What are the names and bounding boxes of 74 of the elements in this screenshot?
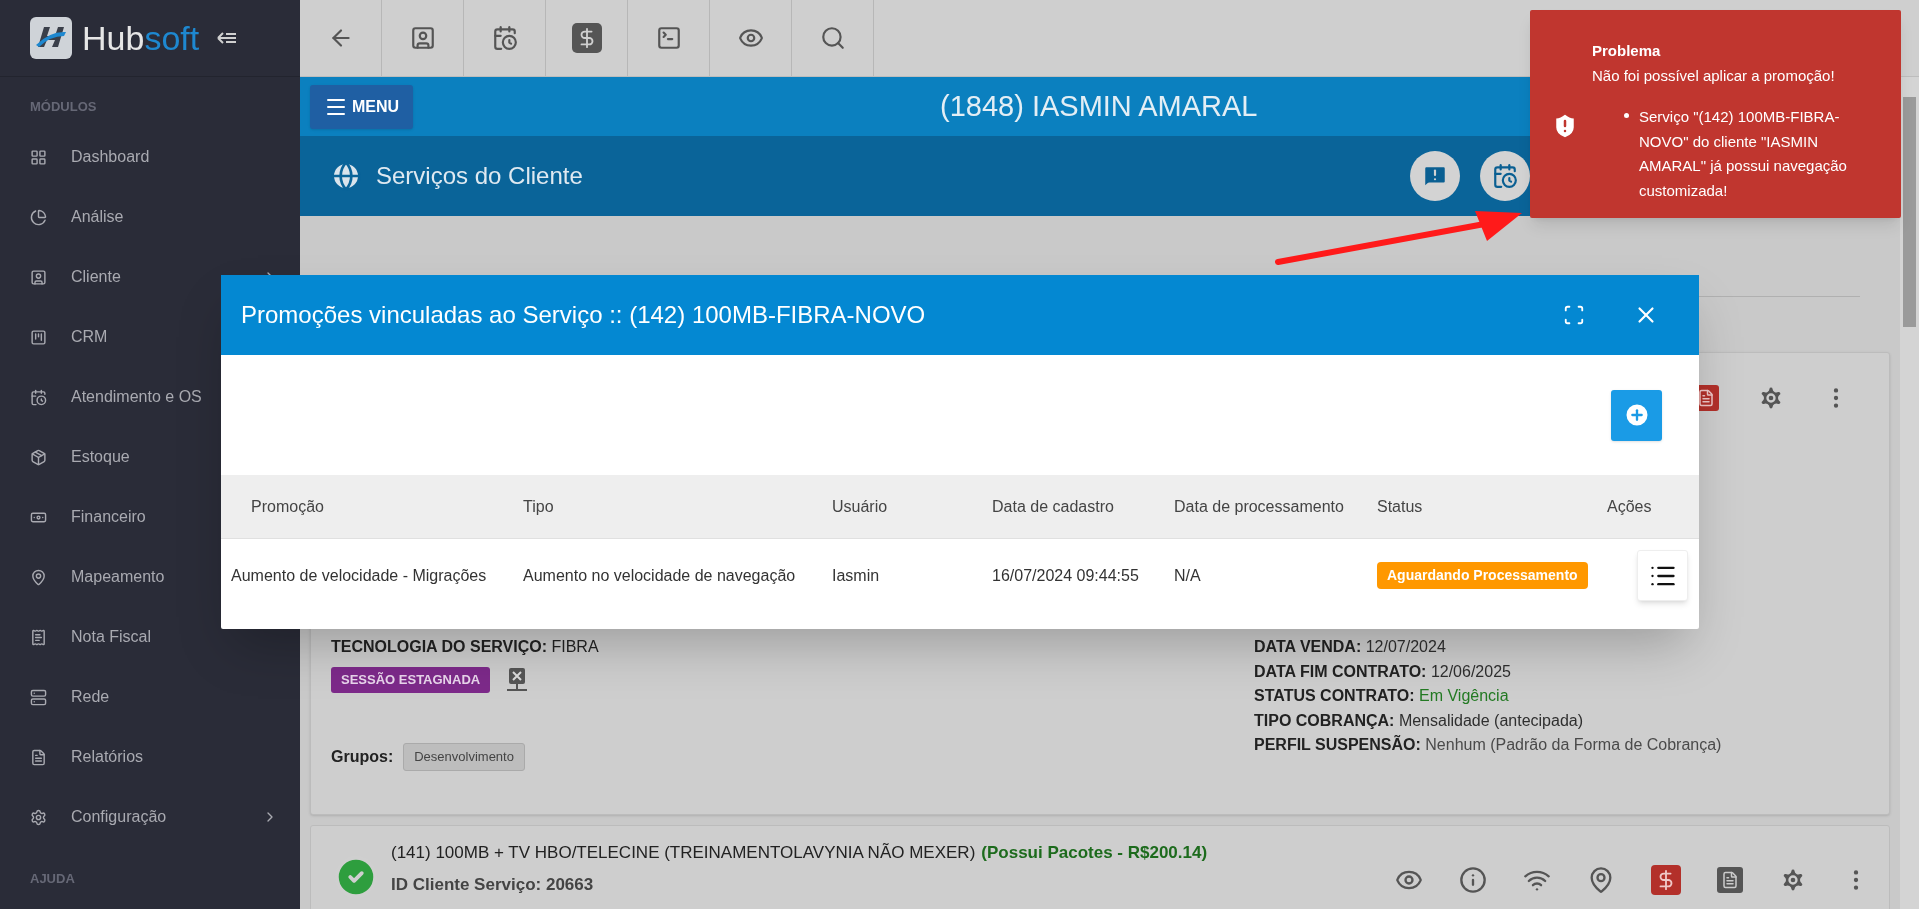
service-id-text: ID Cliente Serviço: 20663: [391, 874, 595, 896]
menu-button[interactable]: MENU: [310, 84, 414, 129]
bullet-icon: [1624, 113, 1629, 118]
toast-detail: Serviço "(142) 100MB-FIBRA-NOVO" do cliente "IASMIN AMARAL" já possui navegação customizada!: [1639, 107, 1848, 201]
detail-text: DATA FIM CONTRATO: 12/06/2025: [1254, 661, 1512, 682]
pie-chart-icon: [30, 208, 47, 226]
dollar-icon: [571, 23, 602, 53]
table-cell-text: N/A: [1174, 565, 1202, 586]
network-disconnected-icon[interactable]: [506, 667, 529, 693]
server-icon: [30, 688, 47, 706]
sidebar-item[interactable]: Estoque: [0, 427, 300, 487]
section-title: MÓDULOS: [29, 98, 98, 113]
column-header: Tipo: [523, 496, 555, 517]
page-title: Serviços do Cliente: [376, 161, 584, 191]
terminal-icon: [655, 25, 682, 51]
detail-text: TIPO COBRANÇA: Mensalidade (antecipada): [1254, 710, 1584, 731]
service-title: (141) 100MB + TV HBO/TELECINE (TREINAMENTOLAVYNIA NÃO MEXER): [391, 842, 976, 864]
scrollbar-thumb[interactable]: [1903, 97, 1916, 327]
settings-icon: [30, 808, 47, 826]
scrollbar[interactable]: [1900, 77, 1919, 909]
column-header: Usuário: [832, 496, 889, 517]
logo-icon: [30, 17, 72, 59]
document-icon[interactable]: [1717, 867, 1743, 893]
collapse-icon[interactable]: [217, 31, 238, 45]
table-cell-text: Iasmin: [832, 565, 881, 586]
sidebar-item[interactable]: Nota Fiscal: [0, 607, 300, 667]
receipt-icon: [30, 628, 47, 646]
column-header: Ações: [1607, 496, 1653, 517]
contact-card-icon: [409, 25, 436, 51]
calendar-clock-icon: [30, 388, 47, 406]
calendar-clock-icon: [491, 25, 518, 51]
box-icon: [30, 448, 47, 466]
grid-icon: [30, 148, 47, 166]
contact-card-icon: [30, 268, 47, 286]
document-icon: [30, 748, 47, 766]
column-header: Promoção: [250, 496, 325, 517]
table-cell-text: 16/07/2024 09:44:55: [992, 565, 1140, 586]
detail-text: STATUS CONTRATO: Em Vigência: [1254, 686, 1510, 706]
sidebar-item[interactable]: Análise: [0, 187, 300, 247]
toast-message: Não foi possível aplicar a promoção!: [1592, 65, 1836, 86]
table-cell-text: Aumento no velocidade de navegação: [523, 565, 797, 586]
packages-text: (Possui Pacotes - R$200.14): [981, 842, 1208, 864]
group-tag: Desenvolvimento: [403, 743, 525, 771]
column-header: Data de cadastro: [992, 496, 1115, 517]
groups-label: Grupos:: [331, 747, 394, 767]
detail-text: DATA VENDA: 12/07/2024: [1254, 637, 1447, 657]
section-title: AJUDA: [29, 870, 76, 888]
table-cell-text: Aumento de velocidade - Migrações: [230, 565, 488, 586]
toast-title: Problema: [1592, 41, 1662, 61]
column-header: Data de processamento: [1174, 496, 1345, 517]
status-tag: Aguardando Processamento: [1377, 562, 1588, 589]
search-icon: [819, 25, 846, 51]
alert-message-button[interactable]: [1410, 151, 1460, 201]
sidebar-item[interactable]: Configuração: [0, 787, 300, 847]
fullscreen-icon[interactable]: [1563, 304, 1585, 326]
detail-text: PERFIL SUSPENSÃO: Nenhum (Padrão da Forma de Cobrança): [1254, 734, 1722, 755]
actions-button[interactable]: [1637, 550, 1688, 601]
schedule-button[interactable]: [1480, 151, 1530, 201]
column-header: Status: [1377, 496, 1424, 517]
board-icon: [30, 328, 47, 346]
add-button[interactable]: [1611, 389, 1662, 441]
sidebar-item[interactable]: Dashboard: [0, 127, 300, 187]
logo-text: soft: [144, 21, 200, 55]
sidebar-item[interactable]: Rede: [0, 667, 300, 727]
calendar-clock-icon: [1492, 163, 1518, 189]
sidebar-item[interactable]: Atendimento e OS: [0, 367, 300, 427]
map-pin-icon: [30, 568, 47, 586]
logo-text: Hub: [82, 21, 145, 55]
technology-text: TECNOLOGIA DO SERVIÇO: FIBRA: [331, 637, 600, 657]
dollar-icon[interactable]: [1651, 865, 1681, 895]
client-name: (1848) IASMIN AMARAL: [940, 88, 1258, 124]
sidebar-item[interactable]: Relatórios: [0, 727, 300, 787]
info-icon[interactable]: [1459, 866, 1487, 894]
session-tag: SESSÃO ESTAGNADA: [331, 667, 491, 693]
